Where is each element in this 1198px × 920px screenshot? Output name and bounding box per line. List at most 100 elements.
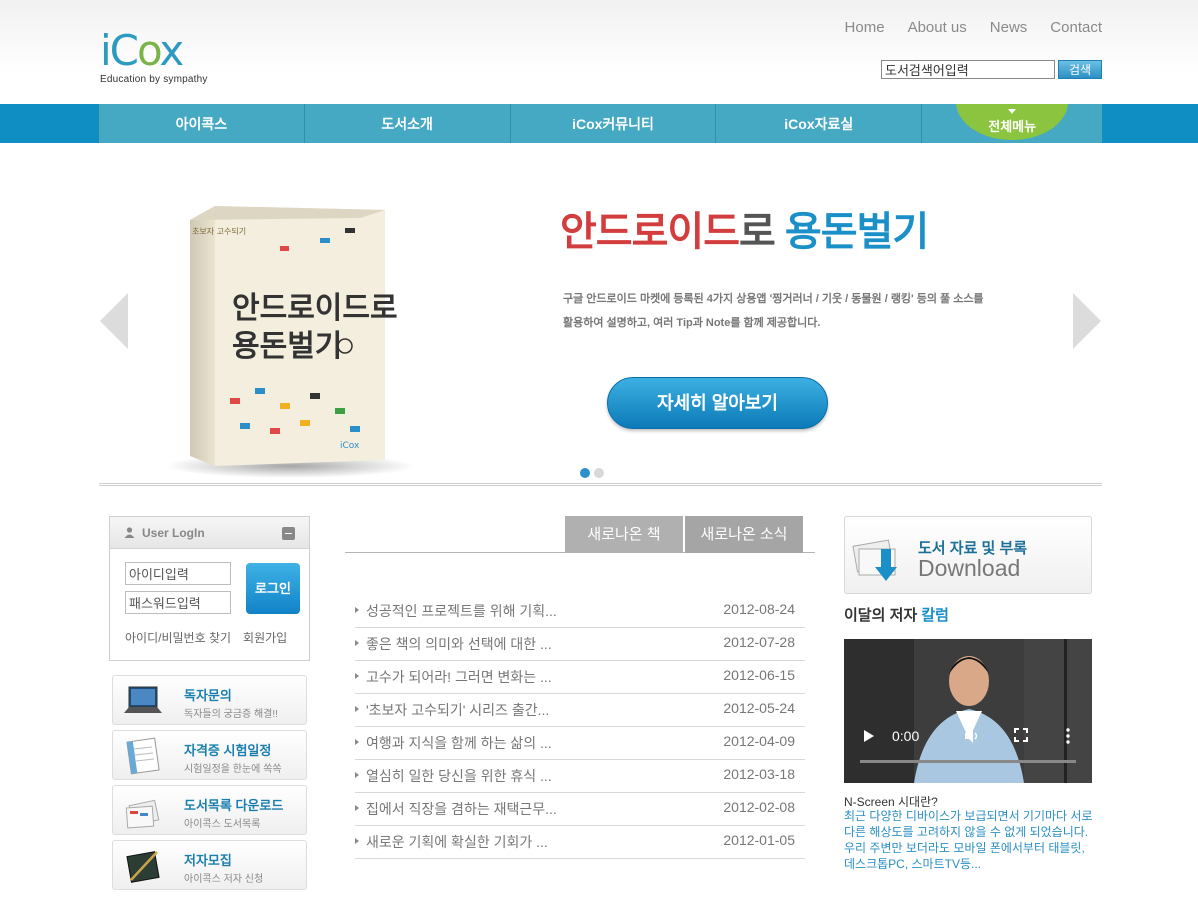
news-title: 좋은 책의 의미와 선택에 대한 ... [366,636,552,652]
book-series: 초보자 고수되기 [192,227,246,236]
list-item[interactable]: 고수가 되어라! 그러면 변화는 ... 2012-06-15 [355,661,805,694]
side-menu-book-list[interactable]: 도서목록 다운로드 아이콕스 도서목록 [112,785,307,835]
list-item[interactable]: 성공적인 프로젝트를 위해 기획... 2012-08-24 [355,595,805,628]
news-date: 2012-03-18 [723,766,795,782]
fullscreen-icon[interactable] [1014,728,1028,742]
side-menu-subtitle: 아이콕스 저자 신청 [184,874,264,885]
book-title-line2: 용돈벌기 [232,329,342,364]
section-divider [99,483,1102,486]
news-title: '초보자 고수되기' 시리즈 출간... [366,702,550,718]
main-nav-bar: 아이콕스 도서소개 iCox커뮤니티 iCox자료실 전체메뉴 [99,104,1102,143]
side-menu-author-recruit[interactable]: 저자모집 아이콕스 저자 신청 [112,840,307,890]
main-nav-item-icox[interactable]: 아이콕스 [99,104,305,143]
side-menu-title: 도서목록 다운로드 [184,798,284,813]
slider-dots [580,468,604,478]
all-menu-button[interactable]: 전체메뉴 [922,104,1102,143]
search-bar: 검색 [881,60,1102,79]
list-item[interactable]: 새로운 기획에 확실한 기회가 ... 2012-01-05 [355,826,805,859]
side-menu-subtitle: 시험일정을 한눈에 쏙쏙 [184,764,282,775]
laptop-icon [124,686,162,713]
bullet-icon [355,673,359,679]
search-input[interactable] [881,60,1055,79]
pen-notebook-icon [126,851,160,883]
search-button[interactable]: 검색 [1058,60,1102,79]
news-title: 고수가 되어라! 그러면 변화는 ... [366,669,552,685]
download-card-subtitle: Download [918,555,1021,581]
login-box: User LogIn 로그인 아이디/비밀번호 찾기 회원가입 [109,516,310,661]
banner-title-red: 안드로이드 [560,210,740,254]
slider-dot-1[interactable] [580,468,590,478]
news-date: 2012-07-28 [723,634,795,650]
bullet-icon [355,772,359,778]
banner-description: 구글 안드로이드 마켓에 등록된 4가지 상용앱 '찡거러너 / 기웃 / 동물… [563,287,1063,335]
top-nav: Home About us News Contact [845,19,1102,36]
news-title: 여행과 지식을 함께 하는 삶의 ... [366,735,552,751]
download-card[interactable]: 도서 자료 및 부록 Download [844,516,1092,594]
main-nav-item-resources[interactable]: iCox자료실 [716,104,923,143]
join-link[interactable]: 회원가입 [243,631,287,645]
video-time: 0:00 [892,728,920,744]
logo-wordmark: iCox [100,26,184,75]
news-date: 2012-02-08 [723,799,795,815]
column-heading-text: 이달의 저자 [844,607,922,624]
logo[interactable]: iCox Education by sympathy [100,28,220,88]
side-menu-exam-schedule[interactable]: 자격증 시험일정 시험일정을 한눈에 쏙쏙 [112,730,307,780]
slider-next-arrow-icon[interactable] [1073,293,1101,349]
user-icon [124,527,135,538]
list-item[interactable]: 여행과 지식을 함께 하는 삶의 ... 2012-04-09 [355,727,805,760]
all-menu-label: 전체메뉴 [988,119,1037,134]
tab-new-news[interactable]: 새로나온 소식 [685,516,803,553]
bullet-icon [355,706,359,712]
column-excerpt[interactable]: 최근 다양한 디바이스가 보급되면서 기기마다 서로 다른 해상도를 고려하지 … [844,808,1094,872]
login-button[interactable]: 로그인 [246,563,300,614]
user-id-input[interactable] [125,562,231,585]
top-nav-contact[interactable]: Contact [1050,19,1102,36]
main-nav-item-community[interactable]: iCox커뮤니티 [511,104,717,143]
side-menu-subtitle: 독자들의 궁금증 해결!! [184,709,278,720]
tab-new-books[interactable]: 새로나온 책 [565,516,683,553]
download-icon [852,539,897,581]
bullet-icon [355,838,359,844]
logo-tagline: Education by sympathy [100,74,208,85]
video-progress-bar[interactable] [860,760,1076,763]
column-video-player[interactable]: 0:00 [844,639,1092,783]
login-header: User LogIn [110,517,309,549]
news-date: 2012-08-24 [723,601,795,617]
book-publisher: iCox [340,441,360,451]
list-item[interactable]: 좋은 책의 의미와 선택에 대한 ... 2012-07-28 [355,628,805,661]
banner-desc-line2: 활용하여 설명하고, 여러 Tip과 Note를 함께 제공합니다. [563,317,821,329]
side-menu-inquiry[interactable]: 독자문의 독자들의 궁금증 해결!! [112,675,307,725]
slider-prev-arrow-icon[interactable] [100,293,128,349]
news-date: 2012-06-15 [723,667,795,683]
list-item[interactable]: 열심히 일한 당신을 위한 휴식 ... 2012-03-18 [355,760,805,793]
top-nav-home[interactable]: Home [845,19,885,36]
bullet-icon [355,607,359,613]
top-nav-news[interactable]: News [990,19,1028,36]
news-title: 집에서 직장을 겸하는 재택근무... [366,801,557,817]
bullet-icon [355,739,359,745]
book-list-icon [125,799,160,829]
play-icon[interactable] [864,730,874,742]
learn-more-button[interactable]: 자세히 알아보기 [607,377,828,429]
banner-title-blue: 용돈벌기 [784,210,929,254]
book-cover-image: 안드로이드로 용돈벌기 초보자 고수되기 iCox [165,206,415,478]
list-item[interactable]: '초보자 고수되기' 시리즈 출간... 2012-05-24 [355,694,805,727]
calendar-icon [126,737,160,775]
password-input[interactable] [125,591,231,614]
column-heading-accent: 칼럼 [921,607,949,624]
banner-title: 안드로이드로 용돈벌기 [560,199,929,257]
main-nav: 아이콕스 도서소개 iCox커뮤니티 iCox자료실 전체메뉴 [0,104,1198,143]
minimize-icon[interactable] [282,527,295,540]
news-title: 열심히 일한 당신을 위한 휴식 ... [366,768,552,784]
top-nav-about[interactable]: About us [908,19,967,36]
volume-icon[interactable] [964,728,980,744]
list-item[interactable]: 집에서 직장을 겸하는 재택근무... 2012-02-08 [355,793,805,826]
bullet-icon [355,805,359,811]
banner-desc-line1: 구글 안드로이드 마켓에 등록된 4가지 상용앱 '찡거러너 / 기웃 / 동물… [563,293,984,305]
find-id-password-link[interactable]: 아이디/비밀번호 찾기 [125,631,231,645]
slider-dot-2[interactable] [594,468,604,478]
more-options-icon[interactable] [1066,728,1070,744]
login-title: User LogIn [142,526,205,540]
main-nav-item-books[interactable]: 도서소개 [305,104,511,143]
side-menu-title: 저자모집 [184,853,232,868]
